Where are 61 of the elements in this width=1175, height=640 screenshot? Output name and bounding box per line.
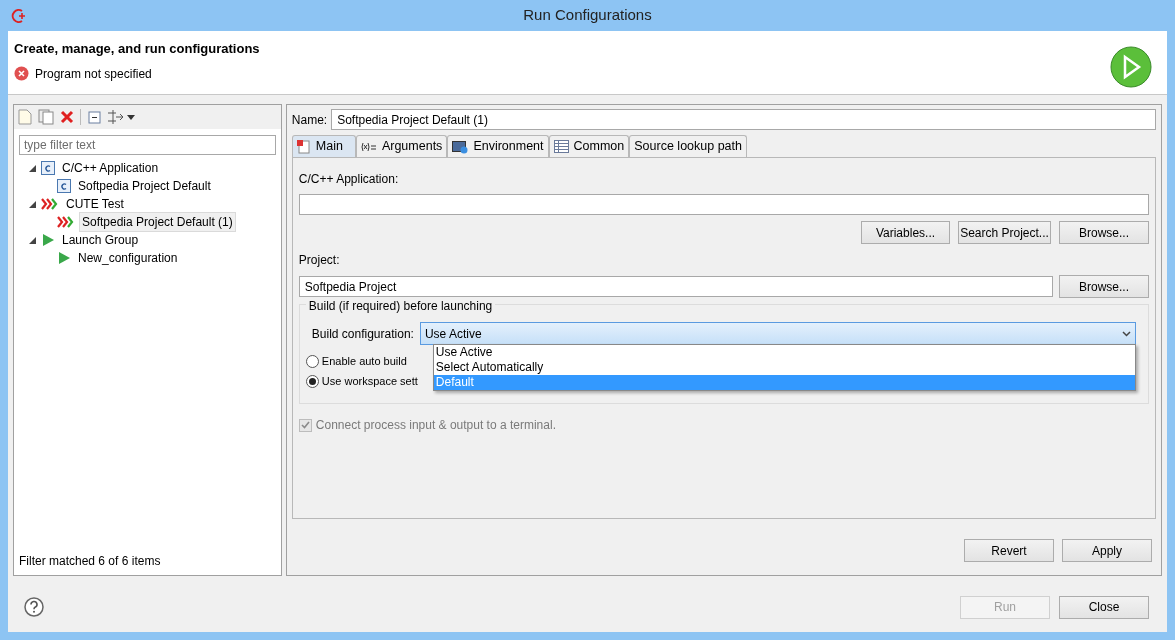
error-message: Program not specified bbox=[35, 65, 152, 83]
document-icon bbox=[296, 139, 311, 154]
environment-icon bbox=[452, 139, 469, 154]
button[interactable]: Apply bbox=[1062, 539, 1152, 562]
chevron-down-icon bbox=[1122, 330, 1131, 337]
app-logo-icon bbox=[9, 7, 27, 25]
tab[interactable]: Source lookup path bbox=[629, 135, 747, 157]
button[interactable]: Browse... bbox=[1059, 275, 1149, 298]
button[interactable]: Variables... bbox=[861, 221, 950, 244]
c-file-icon bbox=[57, 179, 71, 193]
tab[interactable]: Common bbox=[548, 135, 630, 157]
checkbox-label: Connect process input & output to a terminal. bbox=[315, 417, 556, 434]
collapse-icon[interactable] bbox=[87, 110, 101, 124]
filter-field[interactable]: type filter text bbox=[19, 135, 276, 155]
radio-label: Use workspace sett bbox=[321, 373, 418, 389]
c-file-icon bbox=[41, 161, 55, 175]
dropdown-caret-icon[interactable] bbox=[127, 114, 135, 120]
delete-icon[interactable] bbox=[60, 110, 74, 124]
error-icon bbox=[14, 66, 29, 81]
filter-status: Filter matched 6 of 6 items bbox=[19, 553, 162, 570]
filter-icon[interactable] bbox=[107, 109, 125, 125]
dropdown-option[interactable]: Select Automatically bbox=[433, 360, 1135, 375]
name-label: Name: bbox=[291, 111, 328, 129]
dropdown-option[interactable]: Use Active bbox=[433, 345, 1135, 360]
chevrons-icon bbox=[57, 215, 75, 229]
tree-item[interactable]: New_configuration bbox=[75, 248, 181, 268]
tree-item[interactable]: CUTE Test bbox=[63, 194, 127, 214]
radio-label: Enable auto build bbox=[321, 353, 407, 369]
expand-toggle-icon[interactable] bbox=[29, 200, 36, 208]
tree-item[interactable]: Softpedia Project Default bbox=[75, 176, 214, 196]
run-icon bbox=[1109, 45, 1153, 89]
play-icon bbox=[41, 233, 55, 247]
build-configuration-dropdown[interactable]: Use Active bbox=[419, 322, 1136, 345]
tree-item[interactable]: C/C++ Application bbox=[59, 158, 162, 178]
project-field[interactable]: Softpedia Project bbox=[298, 276, 1053, 297]
expand-toggle-icon[interactable] bbox=[29, 164, 36, 172]
button[interactable]: Revert bbox=[964, 539, 1054, 562]
variable-icon bbox=[360, 140, 377, 153]
window-title: Run Configurations bbox=[523, 5, 652, 26]
field-label: C/C++ Application: bbox=[298, 171, 400, 188]
tab[interactable]: Arguments bbox=[355, 135, 448, 157]
radio-button[interactable] bbox=[305, 354, 319, 368]
tab[interactable]: Main bbox=[291, 135, 356, 157]
play-icon bbox=[57, 251, 71, 265]
button[interactable]: Search Project... bbox=[958, 221, 1051, 244]
chevrons-icon bbox=[41, 197, 59, 211]
name-field[interactable]: Softpedia Project Default (1) bbox=[331, 109, 1156, 130]
field-label: Project: bbox=[298, 252, 341, 269]
header-title: Create, manage, and run configurations bbox=[14, 40, 260, 58]
tab[interactable]: Environment bbox=[447, 135, 549, 157]
button[interactable]: Browse... bbox=[1059, 221, 1149, 244]
tree-item[interactable]: Launch Group bbox=[59, 230, 142, 250]
help-icon[interactable] bbox=[24, 597, 44, 617]
close-button[interactable]: Close bbox=[1059, 595, 1149, 619]
radio-button[interactable] bbox=[305, 374, 319, 388]
table-icon bbox=[553, 140, 569, 153]
field-label: Build configuration: bbox=[311, 325, 414, 343]
application-field[interactable] bbox=[298, 194, 1149, 215]
tree-item[interactable]: Softpedia Project Default (1) bbox=[79, 212, 236, 232]
expand-toggle-icon[interactable] bbox=[29, 236, 36, 244]
copy-icon[interactable] bbox=[38, 109, 54, 125]
